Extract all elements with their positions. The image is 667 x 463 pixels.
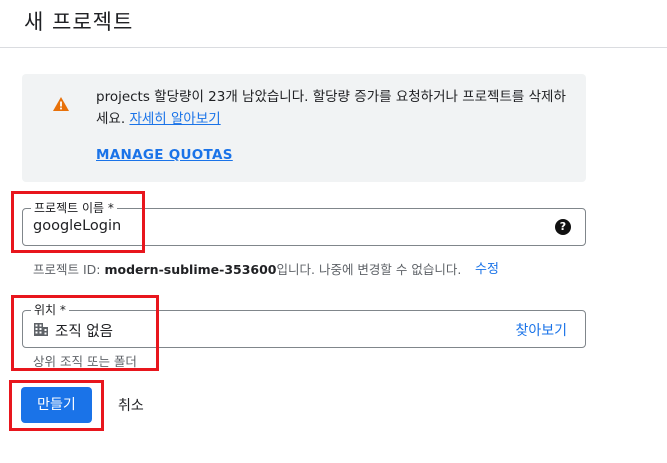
learn-more-link[interactable]: 자세히 알아보기 xyxy=(129,111,220,127)
edit-project-id-link[interactable]: 수정 xyxy=(475,258,499,277)
project-name-label: 프로젝트 이름 * xyxy=(31,200,117,216)
location-value: 조직 없음 xyxy=(55,324,113,340)
page-title: 새 프로젝트 xyxy=(24,10,134,34)
project-id-value: modern-sublime-353600 xyxy=(104,262,277,277)
cancel-button[interactable]: 취소 xyxy=(118,395,144,415)
project-id-prefix: 프로젝트 ID: xyxy=(33,262,101,277)
warning-icon xyxy=(53,97,69,111)
browse-button[interactable]: 찾아보기 xyxy=(515,320,567,340)
manage-quotas-link[interactable]: MANAGE QUOTAS xyxy=(96,147,233,163)
project-name-field[interactable]: 프로젝트 이름 * googleLogin ? xyxy=(22,200,586,246)
organization-icon xyxy=(34,323,48,336)
alert-message: projects 할당량이 23개 남았습니다. 할당량 증가를 요청하거나 프… xyxy=(96,86,576,130)
quota-alert: projects 할당량이 23개 남았습니다. 할당량 증가를 요청하거나 프… xyxy=(22,74,586,182)
create-button[interactable]: 만들기 xyxy=(21,387,92,423)
header-divider xyxy=(0,47,667,48)
project-id-suffix: 입니다. 나중에 변경할 수 없습니다. xyxy=(276,262,462,277)
location-helper-text: 상위 조직 또는 폴더 xyxy=(33,354,137,369)
project-name-input[interactable]: googleLogin xyxy=(33,218,121,234)
project-id-text: 프로젝트 ID: modern-sublime-353600입니다. 나중에 변… xyxy=(33,259,461,278)
help-icon[interactable]: ? xyxy=(555,219,571,235)
location-label: 위치 * xyxy=(31,302,69,318)
location-field[interactable]: 위치 * 조직 없음 찾아보기 xyxy=(22,302,586,348)
